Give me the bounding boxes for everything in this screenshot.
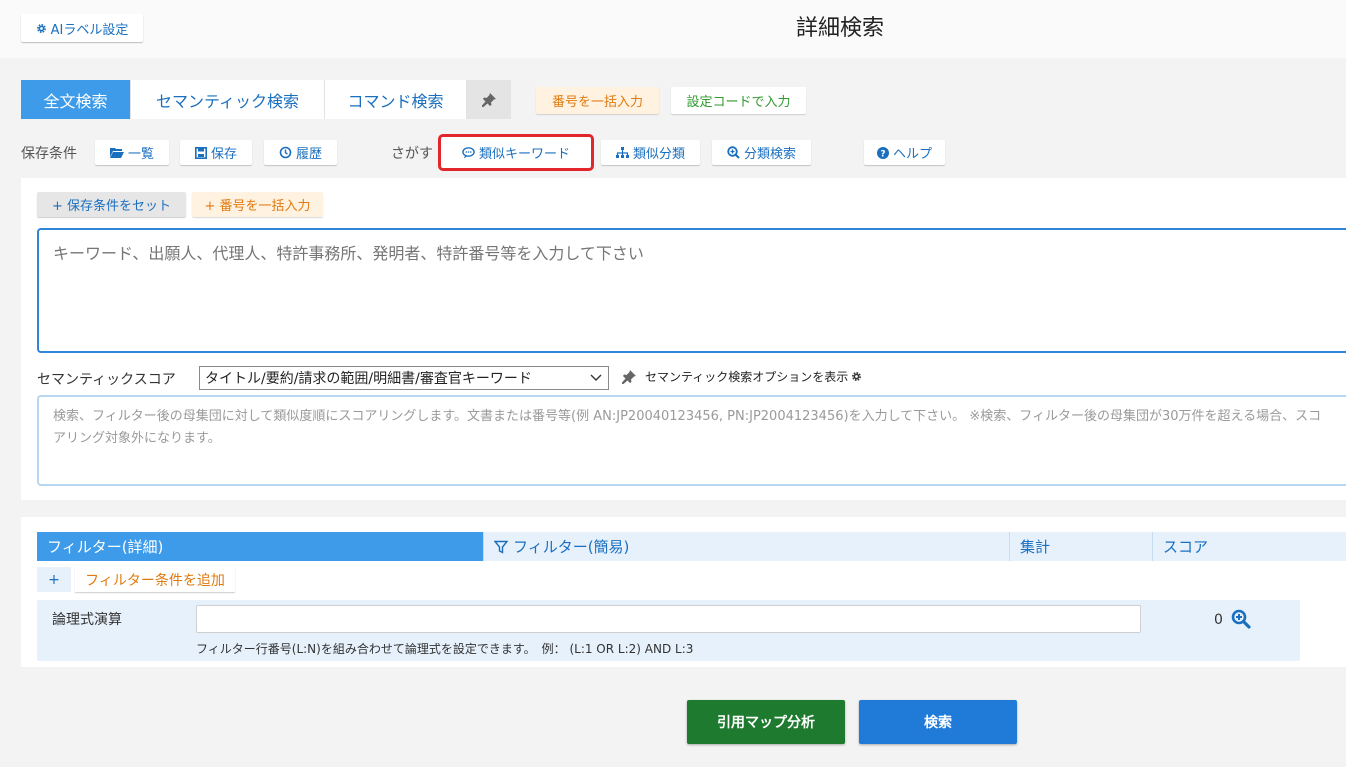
tab-aggregate[interactable]: 集計 bbox=[1010, 532, 1153, 561]
keyword-input[interactable] bbox=[37, 228, 1346, 353]
similar-class-button[interactable]: 類似分類 bbox=[601, 140, 700, 165]
logic-expression-hint: フィルター行番号(L:N)を組み合わせて論理式を設定できます。 例： (L:1 … bbox=[196, 642, 694, 656]
pin-icon bbox=[621, 369, 637, 385]
tab-filter-simple-label: フィルター(簡易) bbox=[513, 538, 630, 556]
count-search-icon[interactable] bbox=[1231, 609, 1251, 629]
similar-keyword-label: 類似キーワード bbox=[478, 147, 570, 162]
tab-fulltext[interactable]: 全文検索 bbox=[21, 80, 131, 119]
list-button[interactable]: 一覧 bbox=[95, 140, 169, 165]
sitemap-icon bbox=[615, 146, 629, 159]
svg-text:?: ? bbox=[880, 149, 885, 159]
question-icon: ? bbox=[876, 146, 889, 159]
pin-icon bbox=[481, 92, 497, 108]
bulk-number-button[interactable]: 番号を一括入力 bbox=[536, 87, 659, 114]
similar-class-label: 類似分類 bbox=[632, 147, 685, 162]
save-icon bbox=[194, 146, 207, 159]
history-icon bbox=[279, 146, 292, 159]
class-search-button[interactable]: 分類検索 bbox=[712, 140, 811, 165]
page-title: 詳細検索 bbox=[795, 16, 884, 41]
gear-icon bbox=[851, 371, 862, 382]
history-label: 履歴 bbox=[295, 147, 322, 162]
chevron-down-icon bbox=[590, 374, 608, 382]
pin-button[interactable] bbox=[467, 80, 511, 119]
semantic-score-label: セマンティックスコア bbox=[37, 372, 176, 388]
saved-conditions-label: 保存条件 bbox=[21, 146, 77, 162]
help-button[interactable]: ? ヘルプ bbox=[864, 140, 945, 165]
ai-label-settings-label: AIラベル設定 bbox=[50, 22, 129, 38]
tab-score[interactable]: スコア bbox=[1153, 532, 1346, 561]
tab-command[interactable]: コマンド検索 bbox=[325, 80, 467, 119]
top-bar bbox=[0, 0, 1346, 58]
comment-icon bbox=[462, 146, 475, 159]
semantic-options-label: セマンティック検索オプションを表示 bbox=[645, 370, 849, 384]
tab-semantic[interactable]: セマンティック検索 bbox=[131, 80, 325, 119]
list-label: 一覧 bbox=[127, 147, 154, 162]
result-count: 0 bbox=[1214, 612, 1223, 628]
tab-filter-detail[interactable]: フィルター(詳細) bbox=[37, 532, 484, 561]
setting-code-button[interactable]: 設定コードで入力 bbox=[671, 87, 806, 114]
save-label: 保存 bbox=[210, 147, 237, 162]
class-search-label: 分類検索 bbox=[743, 147, 796, 162]
logic-expression-label: 論理式演算 bbox=[52, 612, 122, 628]
filter-tabs: フィルター(詳細) フィルター(簡易) 集計 スコア bbox=[37, 532, 1346, 561]
add-filter-condition-button[interactable]: フィルター条件を追加 bbox=[75, 567, 235, 592]
tab-filter-simple[interactable]: フィルター(簡易) bbox=[484, 532, 1010, 561]
filter-icon bbox=[494, 540, 508, 554]
add-filter-plus-button[interactable]: + bbox=[37, 567, 71, 592]
logic-expression-input[interactable] bbox=[196, 605, 1141, 633]
bulk-number-input-button[interactable]: + 番号を一括入力 bbox=[192, 192, 323, 217]
semantic-options-toggle[interactable]: セマンティック検索オプションを表示 bbox=[621, 368, 862, 385]
ai-label-settings-button[interactable]: AIラベル設定 bbox=[21, 14, 143, 42]
help-label: ヘルプ bbox=[892, 147, 932, 162]
semantic-field-selected: タイトル/要約/請求の範囲/明細書/審査官キーワード bbox=[205, 371, 532, 387]
search-plus-icon bbox=[727, 146, 740, 159]
set-saved-condition-button[interactable]: + 保存条件をセット bbox=[37, 192, 186, 217]
folder-open-icon bbox=[109, 147, 124, 158]
similar-keyword-button[interactable]: 類似キーワード bbox=[438, 134, 594, 171]
find-label: さがす bbox=[391, 146, 433, 162]
gear-icon bbox=[36, 23, 47, 34]
save-button[interactable]: 保存 bbox=[180, 140, 252, 165]
semantic-text-input[interactable]: 検索、フィルター後の母集団に対して類似度順にスコアリングします。文書または番号等… bbox=[37, 395, 1346, 486]
citation-map-button[interactable]: 引用マップ分析 bbox=[687, 700, 845, 744]
semantic-field-select[interactable]: タイトル/要約/請求の範囲/明細書/審査官キーワード bbox=[199, 366, 609, 390]
search-button[interactable]: 検索 bbox=[859, 700, 1017, 744]
history-button[interactable]: 履歴 bbox=[264, 140, 337, 165]
search-mode-tabs: 全文検索 セマンティック検索 コマンド検索 bbox=[21, 80, 511, 119]
